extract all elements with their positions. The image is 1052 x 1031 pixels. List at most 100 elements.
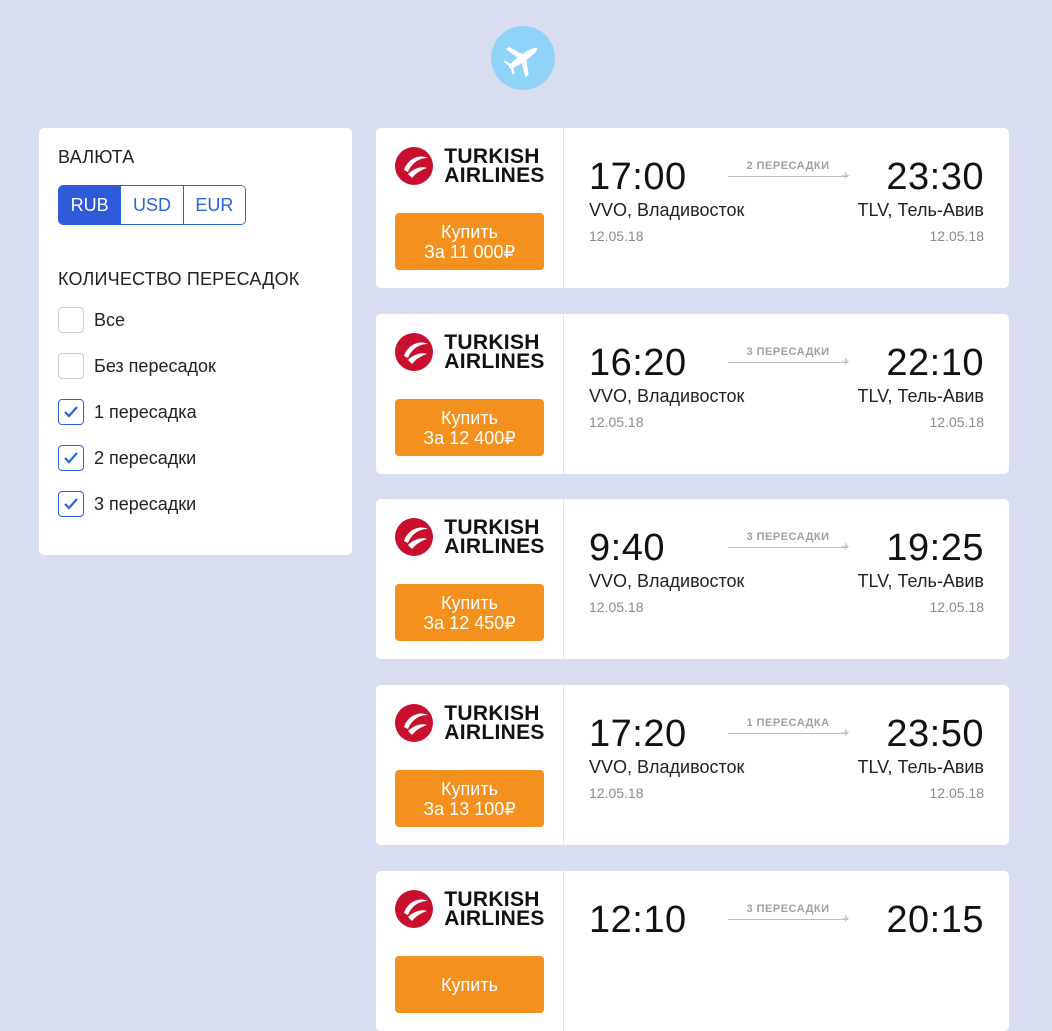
checkbox[interactable] — [58, 307, 84, 333]
departure-city: VVO, Владивосток — [589, 571, 745, 591]
price: За 11 000₽ — [423, 241, 516, 262]
arrival-time: 19:25 — [886, 527, 984, 569]
departure-date: 12.05.18 — [589, 414, 644, 430]
route-line: ✈ — [728, 914, 850, 925]
arrival-date: 12.05.18 — [929, 785, 985, 801]
price: За 12 450₽ — [423, 612, 516, 633]
option-label: 1 пересадка — [94, 401, 197, 422]
checkbox[interactable] — [58, 445, 84, 471]
plane-small-icon: ✈ — [841, 728, 850, 739]
ticket-card: TURKISH AIRLINES Купить За 12 450₽ 9:40 … — [376, 499, 1009, 659]
arrival-time: 23:50 — [886, 713, 984, 755]
departure-city: VVO, Владивосток — [589, 386, 745, 406]
airline-name: TURKISH AIRLINES — [444, 889, 544, 929]
stops-count: 1 ПЕРЕСАДКА — [746, 717, 830, 729]
ticket-card: TURKISH AIRLINES Купить 12:10 3 ПЕРЕСАДК… — [376, 871, 1009, 1031]
arrival-date: 12.05.18 — [929, 414, 985, 430]
stops-option-2[interactable]: 2 пересадки — [58, 441, 333, 475]
turkish-airlines-logo-icon — [395, 333, 434, 371]
checkmark-icon — [64, 498, 78, 510]
airline-logo: TURKISH AIRLINES — [394, 703, 544, 743]
stops-option-direct[interactable]: Без пересадок — [58, 349, 333, 383]
stops-indicator: 2 ПЕРЕСАДКИ ✈ — [728, 160, 850, 182]
stops-count: 2 ПЕРЕСАДКИ — [746, 160, 830, 172]
airline-name-line2: AIRLINES — [444, 535, 545, 558]
option-label: 3 пересадки — [94, 493, 197, 514]
departure-time: 16:20 — [589, 342, 687, 384]
checkbox[interactable] — [58, 491, 84, 517]
buy-label: Купить — [441, 778, 498, 799]
checkbox[interactable] — [58, 353, 84, 379]
plane-small-icon: ✈ — [841, 914, 850, 925]
departure-time: 17:20 — [589, 713, 687, 755]
stops-option-all[interactable]: Все — [58, 303, 333, 337]
buy-button[interactable]: Купить — [395, 956, 544, 1013]
option-label: Без пересадок — [94, 355, 216, 376]
turkish-airlines-logo-icon — [395, 518, 434, 556]
airline-logo: TURKISH AIRLINES — [394, 517, 544, 557]
ticket-right: 9:40 3 ПЕРЕСАДКИ ✈ 19:25 VVO, Владивосто… — [564, 499, 1009, 659]
stops-count: 3 ПЕРЕСАДКИ — [746, 531, 830, 543]
ticket-left: TURKISH AIRLINES Купить За 13 100₽ — [376, 685, 564, 845]
stops-indicator: 3 ПЕРЕСАДКИ ✈ — [728, 903, 850, 925]
stops-title: КОЛИЧЕСТВО ПЕРЕСАДОК — [58, 269, 300, 289]
airplane-icon — [503, 46, 538, 78]
checkmark-icon — [64, 452, 78, 464]
plane-small-icon: ✈ — [841, 171, 850, 182]
airline-name: TURKISH AIRLINES — [444, 332, 544, 372]
buy-button[interactable]: Купить За 13 100₽ — [395, 770, 544, 827]
checkmark-icon — [64, 406, 78, 418]
ticket-card: TURKISH AIRLINES Купить За 11 000₽ 17:00… — [376, 128, 1009, 288]
arrival-city: TLV, Тель-Авив — [857, 571, 984, 591]
turkish-airlines-logo-icon — [395, 147, 434, 185]
buy-button[interactable]: Купить За 11 000₽ — [395, 213, 544, 270]
airline-logo: TURKISH AIRLINES — [394, 146, 544, 186]
arrival-date: 12.05.18 — [929, 228, 985, 244]
stops-indicator: 3 ПЕРЕСАДКИ ✈ — [728, 531, 850, 553]
arrival-time: 20:15 — [886, 899, 984, 941]
currency-eur-button[interactable]: EUR — [183, 186, 245, 224]
stops-indicator: 3 ПЕРЕСАДКИ ✈ — [728, 346, 850, 368]
currency-switch: RUB USD EUR — [58, 185, 246, 225]
departure-time: 17:00 — [589, 156, 687, 198]
departure-city: VVO, Владивосток — [589, 200, 745, 220]
currency-usd-button[interactable]: USD — [121, 186, 184, 224]
arrival-city: TLV, Тель-Авив — [857, 386, 984, 406]
departure-date: 12.05.18 — [589, 599, 644, 615]
departure-time: 9:40 — [589, 527, 665, 569]
airline-logo: TURKISH AIRLINES — [394, 889, 544, 929]
ticket-right: 12:10 3 ПЕРЕСАДКИ ✈ 20:15 — [564, 871, 1009, 1031]
departure-date: 12.05.18 — [589, 785, 644, 801]
price: За 13 100₽ — [423, 798, 516, 819]
ticket-right: 17:00 2 ПЕРЕСАДКИ ✈ 23:30 VVO, Владивост… — [564, 128, 1009, 288]
ticket-left: TURKISH AIRLINES Купить — [376, 871, 564, 1031]
ticket-left: TURKISH AIRLINES Купить За 12 450₽ — [376, 499, 564, 659]
app-logo — [491, 26, 555, 90]
departure-city: VVO, Владивосток — [589, 757, 745, 777]
stops-option-3[interactable]: 3 пересадки — [58, 487, 333, 521]
buy-button[interactable]: Купить За 12 400₽ — [395, 399, 544, 456]
route-line: ✈ — [728, 357, 850, 368]
stops-option-1[interactable]: 1 пересадка — [58, 395, 333, 429]
arrival-city: TLV, Тель-Авив — [857, 757, 984, 777]
currency-rub-button[interactable]: RUB — [59, 186, 122, 224]
route-line: ✈ — [728, 542, 850, 553]
departure-date: 12.05.18 — [589, 228, 644, 244]
airline-name: TURKISH AIRLINES — [444, 703, 545, 744]
ticket-card: TURKISH AIRLINES Купить За 12 400₽ 16:20… — [376, 314, 1009, 474]
buy-label: Купить — [441, 974, 498, 995]
plane-small-icon: ✈ — [841, 542, 850, 553]
buy-button[interactable]: Купить За 12 450₽ — [395, 584, 544, 641]
arrival-time: 23:30 — [886, 156, 984, 198]
price: За 12 400₽ — [423, 427, 516, 448]
ticket-left: TURKISH AIRLINES Купить За 12 400₽ — [376, 314, 564, 474]
stops-indicator: 1 ПЕРЕСАДКА ✈ — [728, 717, 850, 739]
route-line: ✈ — [728, 728, 850, 739]
option-label: 2 пересадки — [94, 447, 197, 468]
checkbox[interactable] — [58, 399, 84, 425]
plane-small-icon: ✈ — [841, 357, 850, 368]
ticket-left: TURKISH AIRLINES Купить За 11 000₽ — [376, 128, 564, 288]
airline-logo: TURKISH AIRLINES — [394, 332, 544, 372]
buy-label: Купить — [441, 221, 498, 242]
airline-name-line2: AIRLINES — [444, 721, 545, 744]
